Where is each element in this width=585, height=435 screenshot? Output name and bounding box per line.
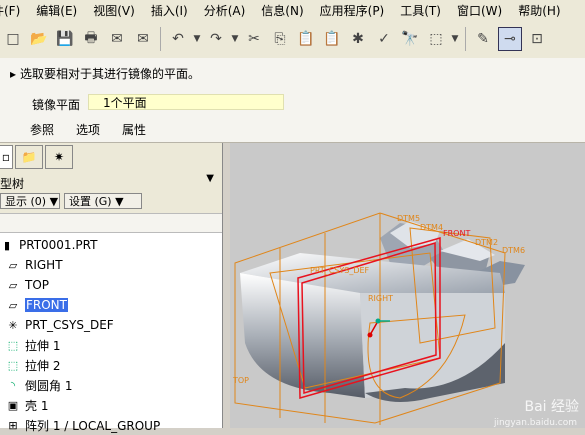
label-front: FRONT — [443, 229, 470, 238]
toolbar-separator — [160, 27, 161, 51]
dashboard-tabs: 参照 选项 属性 — [30, 121, 168, 138]
menu-bar: 件(F) 编辑(E) 视图(V) 插入(I) 分析(A) 信息(N) 应用程序(… — [0, 0, 585, 20]
tab-favorites[interactable]: ✷ — [45, 145, 73, 169]
part-icon: ▮ — [3, 238, 11, 252]
tab-references[interactable]: 参照 — [30, 121, 54, 138]
datum-plane-icon: ▱ — [8, 258, 18, 272]
csys-icon: ✳ — [8, 318, 18, 332]
tree-header — [0, 213, 222, 233]
tree-item-round-1[interactable]: ◝ 倒圆角 1 — [6, 375, 73, 395]
tree-item-extrude-1[interactable]: ⬚ 拉伸 1 — [6, 335, 61, 355]
menu-insert[interactable]: 插入(I) — [142, 2, 195, 19]
prompt-arrow-icon: ▸ — [10, 67, 17, 81]
undo-icon[interactable]: ↶ — [167, 28, 189, 50]
prompt-text: 选取要相对于其进行镜像的平面。 — [20, 67, 201, 81]
round-icon: ◝ — [10, 378, 16, 392]
selection-box-icon[interactable]: ⬚ — [425, 28, 447, 50]
regenerate-icon[interactable]: ✱ — [347, 28, 369, 50]
pattern-icon: ⊞ — [8, 418, 18, 432]
label-top: TOP — [232, 376, 249, 385]
tree-item-csys[interactable]: ✳ PRT_CSYS_DEF — [6, 315, 113, 335]
menu-window[interactable]: 窗口(W) — [448, 2, 509, 19]
mirror-dashboard: ▸ 选取要相对于其进行镜像的平面。 镜像平面 1个平面 参照 选项 属性 — [0, 58, 585, 143]
datum-plane-icon: ▱ — [8, 278, 18, 292]
menu-info[interactable]: 信息(N) — [252, 2, 310, 19]
tree-menu-icon[interactable]: ▼ — [206, 173, 214, 184]
mirror-plane-label: 镜像平面 — [32, 98, 81, 112]
tab-options[interactable]: 选项 — [76, 121, 100, 138]
selection-dropdown-icon[interactable]: ▼ — [451, 28, 459, 50]
datum-plane-icon: ▱ — [8, 298, 18, 312]
show-button[interactable]: 显示 (0) ▼ — [0, 193, 60, 209]
menu-help[interactable]: 帮助(H) — [509, 2, 567, 19]
tree-item-right[interactable]: ▱ RIGHT — [6, 255, 63, 275]
redo-icon[interactable]: ↷ — [205, 28, 227, 50]
tab-properties[interactable]: 属性 — [122, 121, 146, 138]
extrude-icon: ⬚ — [7, 358, 19, 372]
watermark-logo: Bai 经验 — [524, 399, 579, 415]
label-dtm2: DTM2 — [475, 238, 498, 247]
menu-applications[interactable]: 应用程序(P) — [311, 2, 392, 19]
tree-item-part[interactable]: ▮ PRT0001.PRT — [0, 235, 97, 255]
shell-icon: ▣ — [7, 398, 19, 412]
menu-analysis[interactable]: 分析(A) — [195, 2, 253, 19]
model-tree: ▮ PRT0001.PRT ▱ RIGHT ▱ TOP ▱ FRONT ✳ PRT_CSY… — [0, 233, 222, 433]
undo-dropdown-icon[interactable]: ▼ — [193, 28, 201, 50]
settings-button[interactable]: 设置 (G) ▼ — [64, 193, 142, 209]
menu-tools[interactable]: 工具(T) — [391, 2, 448, 19]
navigator-tabs: ▫ 📁 ✷ — [0, 145, 75, 169]
model-tree-toggle-icon[interactable]: ⊸ — [498, 27, 522, 51]
tab-folder-browser[interactable]: 📁 — [15, 145, 43, 169]
copy-icon[interactable]: ⎘ — [269, 28, 291, 50]
save-icon[interactable]: 💾 — [54, 28, 76, 50]
regen-manager-icon[interactable]: ✓ — [373, 28, 395, 50]
menu-edit[interactable]: 编辑(E) — [27, 2, 84, 19]
open-folder-icon[interactable]: 📂 — [28, 28, 50, 50]
mirror-plane-collector[interactable]: 1个平面 — [88, 94, 284, 110]
menu-view[interactable]: 视图(V) — [84, 2, 142, 19]
paste-icon[interactable]: 📋 — [295, 28, 317, 50]
status-prompt: ▸ 选取要相对于其进行镜像的平面。 — [10, 65, 200, 82]
tree-item-shell-1[interactable]: ▣ 壳 1 — [6, 395, 49, 415]
main-toolbar: □ 📂 💾 🖶 ✉ ✉ ↶ ▼ ↷ ▼ ✂ ⎘ 📋 📋 ✱ ✓ 🔭 ⬚ ▼ ✎ … — [0, 20, 585, 59]
tab-model-tree[interactable]: ▫ — [0, 145, 13, 169]
datum-display-icon[interactable]: ⊡ — [526, 28, 548, 50]
redo-dropdown-icon[interactable]: ▼ — [231, 28, 239, 50]
toolbar-separator — [465, 27, 466, 51]
find-icon[interactable]: 🔭 — [399, 28, 421, 50]
tree-item-pattern-1[interactable]: ⊞ 阵列 1 / LOCAL_GROUP — [6, 415, 160, 435]
extrude-icon: ⬚ — [7, 338, 19, 352]
label-right: RIGHT — [368, 294, 393, 303]
model-viewport-svg: DTM5 DTM4 FRONT DTM2 DTM6 PRT_CSYS_DEF R… — [232, 212, 525, 425]
tree-item-front[interactable]: ▱ FRONT — [6, 295, 68, 315]
tree-item-top[interactable]: ▱ TOP — [6, 275, 49, 295]
model-tree-title: 型树 — [0, 177, 25, 191]
label-dtm5: DTM5 — [397, 214, 420, 223]
label-dtm6: DTM6 — [502, 246, 525, 255]
cut-icon[interactable]: ✂ — [243, 28, 265, 50]
new-file-icon[interactable]: □ — [2, 28, 24, 50]
graphics-window[interactable]: DTM5 DTM4 FRONT DTM2 DTM6 PRT_CSYS_DEF R… — [230, 143, 585, 428]
tree-item-extrude-2[interactable]: ⬚ 拉伸 2 — [6, 355, 61, 375]
navigator-panel: ▫ 📁 ✷ 型树 ▼ 显示 (0) ▼ 设置 (G) ▼ ▮ PRT0001.PR… — [0, 143, 223, 433]
email-link-icon[interactable]: ✉ — [132, 28, 154, 50]
print-icon[interactable]: 🖶 — [80, 28, 102, 50]
paste-special-icon[interactable]: 📋 — [321, 28, 343, 50]
label-dtm4: DTM4 — [420, 223, 443, 232]
label-prt-csys-def: PRT_CSYS_DEF — [310, 266, 370, 275]
watermark-url: jingyan.baidu.com — [493, 418, 577, 428]
send-mail-icon[interactable]: ✉ — [106, 28, 128, 50]
sketch-icon[interactable]: ✎ — [472, 28, 494, 50]
menu-file[interactable]: 件(F) — [0, 2, 27, 19]
